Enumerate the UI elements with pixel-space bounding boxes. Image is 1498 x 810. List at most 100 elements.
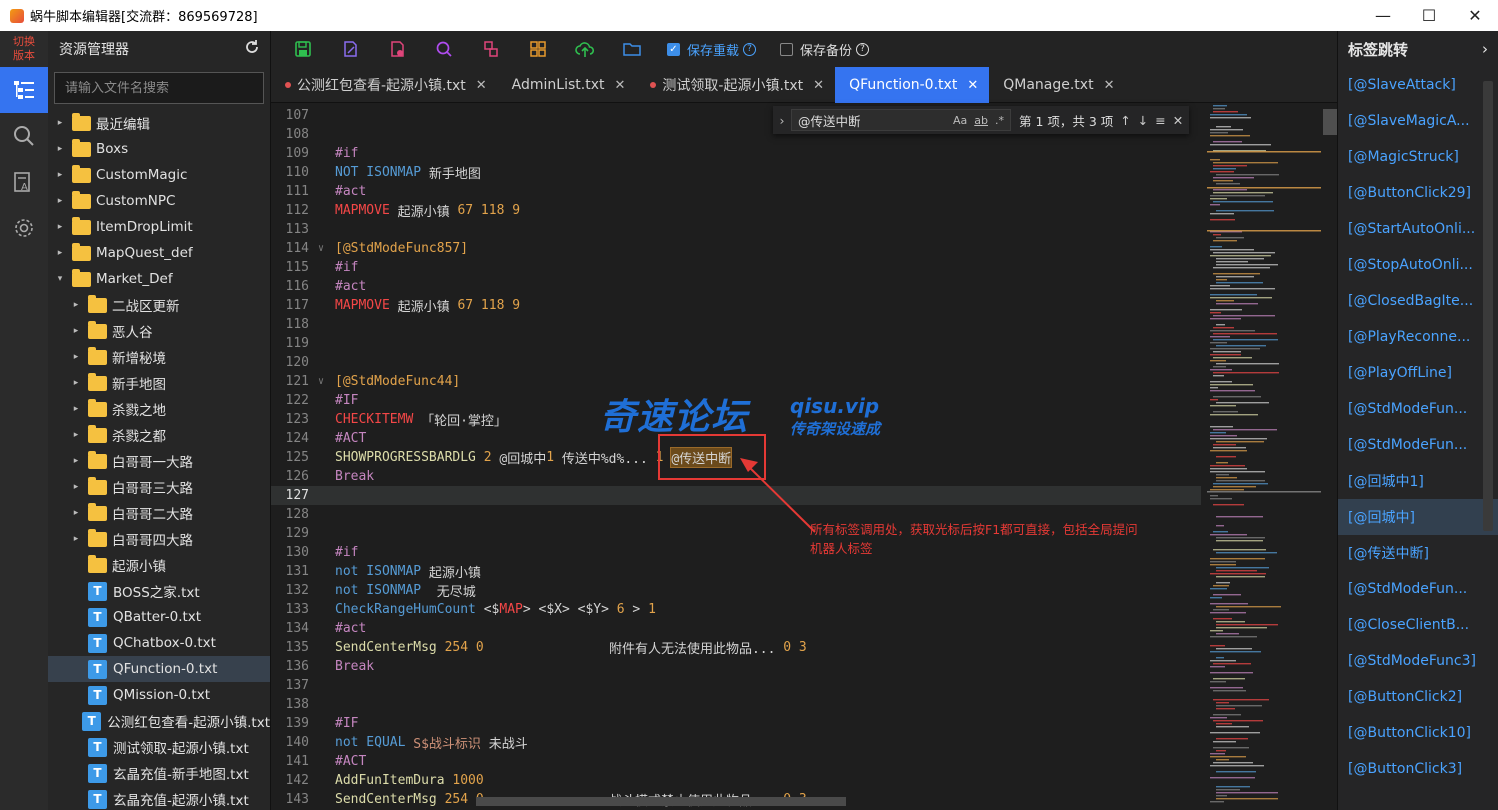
label-jump-item[interactable]: [@StdModeFun... <box>1338 571 1498 607</box>
chevron-right-icon[interactable]: ▸ <box>70 300 82 310</box>
chevron-right-icon[interactable]: ▸ <box>70 508 82 518</box>
tree-file[interactable]: T QBatter-0.txt <box>48 604 270 630</box>
tree-folder[interactable]: 起源小镇 <box>48 552 270 578</box>
settings-icon[interactable] <box>0 205 48 251</box>
close-tab-icon[interactable]: ✕ <box>813 78 824 93</box>
tree-file[interactable]: T 公测红包查看-起源小镇.txt <box>48 708 270 734</box>
code-line[interactable]: 113 <box>271 220 1201 239</box>
fold-chevron-icon[interactable]: ∨ <box>318 376 324 387</box>
horizontal-scrollbar[interactable] <box>476 797 846 806</box>
label-jump-item[interactable]: [@StdModeFunc3] <box>1338 643 1498 679</box>
chevron-right-icon[interactable]: ▸ <box>54 118 66 128</box>
minimap[interactable] <box>1205 103 1323 810</box>
label-jump-item[interactable]: [@MagicStruck] <box>1338 139 1498 175</box>
code-line[interactable]: 114 ∨ [@StdModeFunc857] <box>271 239 1201 258</box>
close-icon[interactable]: ✕ <box>1452 0 1498 31</box>
label-jump-item[interactable]: [@ClosedBagIte... <box>1338 283 1498 319</box>
code-line[interactable]: 137 <box>271 676 1201 695</box>
tree-file[interactable]: T QChatbox-0.txt <box>48 630 270 656</box>
editor-tab[interactable]: 测试领取-起源小镇.txt ✕ <box>636 67 835 103</box>
tree-folder[interactable]: ▸ 白哥哥三大路 <box>48 474 270 500</box>
replace-icon[interactable] <box>473 35 509 63</box>
vertical-scrollbar[interactable] <box>1323 103 1337 810</box>
label-jump-item[interactable]: [@CloseClientB... <box>1338 607 1498 643</box>
tree-folder[interactable]: ▸ 白哥哥四大路 <box>48 526 270 552</box>
help-icon[interactable]: ? <box>743 42 757 56</box>
label-jump-item[interactable]: [@ButtonClick29] <box>1338 175 1498 211</box>
code-line[interactable]: 136 Break <box>271 657 1201 676</box>
code-line[interactable]: 117 MAPMOVE 起源小镇 67 118 9 <box>271 296 1201 315</box>
edit-file-icon[interactable] <box>332 35 368 63</box>
chevron-right-icon[interactable]: ▸ <box>70 456 82 466</box>
code-line[interactable]: 141 #ACT <box>271 752 1201 771</box>
code-line[interactable]: 140 not EQUAL S$战斗标识 未战斗 <box>271 733 1201 752</box>
label-panel-scrollbar[interactable] <box>1483 81 1493 531</box>
tree-folder[interactable]: ▸ 白哥哥二大路 <box>48 500 270 526</box>
tree-folder[interactable]: ▸ 杀戮之地 <box>48 396 270 422</box>
code-line[interactable]: 135 SendCenterMsg 254 0 附件有人无法使用此物品... 0 … <box>271 638 1201 657</box>
text-format-icon[interactable]: A <box>0 159 48 205</box>
label-jump-item[interactable]: [@StartAutoOnli... <box>1338 211 1498 247</box>
chevron-right-icon[interactable]: ▸ <box>54 248 66 258</box>
code-line[interactable]: 109 #if <box>271 144 1201 163</box>
tree-folder[interactable]: ▸ 恶人谷 <box>48 318 270 344</box>
tree-folder[interactable]: ▸ 新增秘境 <box>48 344 270 370</box>
chevron-right-icon[interactable]: ▸ <box>54 144 66 154</box>
tree-file[interactable]: T BOSS之家.txt <box>48 578 270 604</box>
save-reload-checkbox[interactable]: ✓ <box>667 42 680 56</box>
tree-folder[interactable]: ▸ 新手地图 <box>48 370 270 396</box>
delete-file-icon[interactable] <box>379 35 415 63</box>
switch-version-button[interactable]: 切换 版本 <box>0 31 48 67</box>
tree-folder[interactable]: ▸ 杀戮之都 <box>48 422 270 448</box>
tree-file[interactable]: T QFunction-0.txt <box>48 656 270 682</box>
chevron-right-icon[interactable]: ▸ <box>70 482 82 492</box>
code-line[interactable]: 138 <box>271 695 1201 714</box>
folder-open-icon[interactable] <box>614 35 650 63</box>
tree-folder[interactable]: ▾ Market_Def <box>48 266 270 292</box>
previous-match-icon[interactable]: ↑ <box>1120 113 1130 128</box>
chevron-right-icon[interactable]: ▸ <box>54 196 66 206</box>
tree-folder[interactable]: ▸ 白哥哥一大路 <box>48 448 270 474</box>
label-jump-item[interactable]: [@ButtonClick3] <box>1338 751 1498 787</box>
maximize-icon[interactable]: ☐ <box>1406 0 1452 31</box>
close-tab-icon[interactable]: ✕ <box>476 78 487 93</box>
grid-icon[interactable] <box>520 35 556 63</box>
collapse-panel-icon[interactable]: › <box>1482 40 1488 58</box>
minimize-icon[interactable]: — <box>1360 0 1406 31</box>
tree-folder[interactable]: ▸ 二战区更新 <box>48 292 270 318</box>
chevron-right-icon[interactable]: ▸ <box>70 534 82 544</box>
code-line[interactable]: 118 <box>271 315 1201 334</box>
code-line[interactable]: 133 CheckRangeHumCount <$ MAP > <$X> <$Y> 6… <box>271 600 1201 619</box>
tree-file[interactable]: T 玄晶充值-起源小镇.txt <box>48 786 270 810</box>
label-jump-item[interactable]: [@StdModeFun... <box>1338 427 1498 463</box>
find-icon[interactable] <box>426 35 462 63</box>
tree-file[interactable]: T QMission-0.txt <box>48 682 270 708</box>
label-jump-item[interactable]: [@ButtonClick10] <box>1338 715 1498 751</box>
code-line[interactable]: 139 #IF <box>271 714 1201 733</box>
chevron-right-icon[interactable]: ▸ <box>70 326 82 336</box>
label-jump-item[interactable]: [@回城中] <box>1338 499 1498 535</box>
close-tab-icon[interactable]: ✕ <box>614 78 625 93</box>
code-line[interactable]: 131 not ISONMAP 起源小镇 <box>271 562 1201 581</box>
explorer-icon[interactable] <box>0 67 48 113</box>
label-jump-item[interactable]: [@SlaveMagicA... <box>1338 103 1498 139</box>
code-line[interactable]: 119 <box>271 334 1201 353</box>
chevron-down-icon[interactable]: ▾ <box>54 274 66 284</box>
chevron-right-icon[interactable]: ▸ <box>54 222 66 232</box>
chevron-right-icon[interactable]: ▸ <box>70 378 82 388</box>
tree-folder[interactable]: ▸ CustomNPC <box>48 188 270 214</box>
file-search-field[interactable] <box>54 72 264 104</box>
refresh-icon[interactable] <box>244 39 260 59</box>
code-line[interactable]: 112 MAPMOVE 起源小镇 67 118 9 <box>271 201 1201 220</box>
help-icon[interactable]: ? <box>856 42 870 56</box>
whole-word-option[interactable]: ab <box>974 114 988 127</box>
code-line[interactable]: 116 #act <box>271 277 1201 296</box>
label-jump-item[interactable]: [@传送中断] <box>1338 535 1498 571</box>
find-input[interactable]: @传送中断 Aa ab .* <box>791 109 1011 131</box>
label-jump-item[interactable]: [@回城中1] <box>1338 463 1498 499</box>
file-search-input[interactable] <box>65 80 263 96</box>
label-jump-item[interactable]: [@SlaveAttack] <box>1338 67 1498 103</box>
label-jump-item[interactable]: [@StdModeFun... <box>1338 391 1498 427</box>
chevron-right-icon[interactable]: ▸ <box>70 404 82 414</box>
tree-folder[interactable]: ▸ Boxs <box>48 136 270 162</box>
